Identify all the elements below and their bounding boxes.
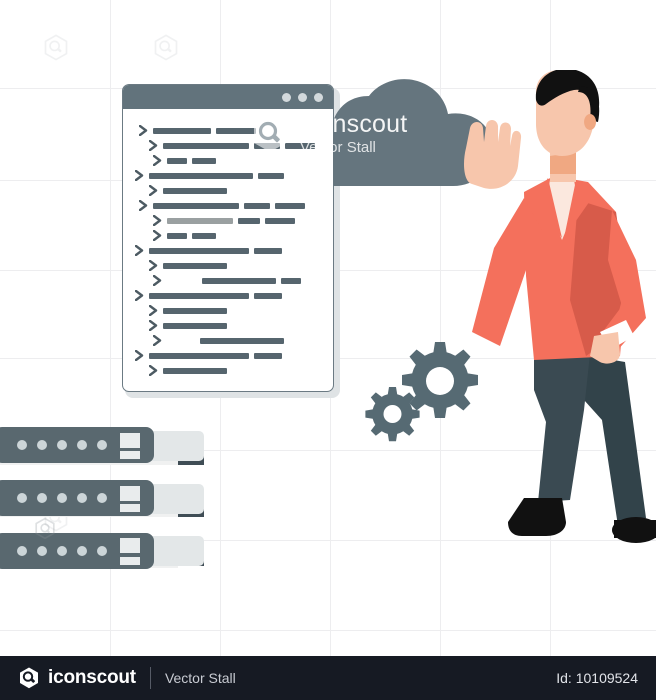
code-segment [149,247,249,254]
code-window-body [122,84,334,392]
code-line [131,168,327,183]
chevron-right-icon [153,275,162,286]
code-line [131,318,327,333]
code-line [131,363,327,378]
chevron-right-icon [135,170,144,181]
footer-id-label: Id: 10109524 [556,670,638,686]
code-segment [265,217,295,224]
code-line [131,153,327,168]
code-line [131,258,327,273]
code-segment [192,157,216,164]
man-figure-icon [464,68,656,543]
code-line [131,303,327,318]
footer-bar: iconscout Vector Stall Id: 10109524 [0,656,656,700]
code-segment [167,217,233,224]
footer-divider [149,667,151,689]
gridline-horizontal-7 [0,630,656,631]
code-editor-window[interactable] [122,84,340,398]
code-line [131,228,327,243]
code-segment [238,217,260,224]
code-line [131,138,327,153]
code-segment [254,247,282,254]
bg-hex-2 [152,34,180,62]
iconscout-logo-icon [18,667,40,689]
hand-raised [464,120,522,189]
gear-small [365,387,420,442]
code-segment [258,172,284,179]
chevron-right-icon [135,245,144,256]
footer-vendor-label: Vector Stall [164,670,236,686]
window-dot-3[interactable] [314,92,323,102]
code-line [131,213,327,228]
code-segment [149,172,253,179]
chevron-right-icon [153,335,162,346]
bg-hex-1 [42,34,70,62]
code-segment [216,127,256,134]
code-segment [244,202,270,209]
code-segment [167,157,187,164]
chevron-right-icon [153,215,162,226]
chevron-right-icon [135,350,144,361]
chevron-right-icon [139,125,148,136]
code-line [131,348,327,363]
footer-brand-label: iconscout [48,667,136,688]
server-rack [0,418,207,578]
code-segment [163,307,227,314]
code-segment [163,322,227,329]
code-line [131,333,327,348]
man-figure [450,68,656,580]
server-rack-icon [0,427,204,569]
code-segment [167,232,187,239]
chevron-right-icon [153,155,162,166]
code-line [131,198,327,213]
chevron-right-icon [139,200,148,211]
code-lines-area [123,109,333,391]
chevron-right-icon [135,290,144,301]
code-line [131,123,327,138]
chevron-right-icon [149,365,158,376]
code-line [131,183,327,198]
code-line [131,288,327,303]
code-segment [153,127,211,134]
footer-logo[interactable]: iconscout [18,667,136,689]
code-segment [149,292,249,299]
code-segment [163,142,249,149]
code-segment [254,352,282,359]
code-segment [254,142,280,149]
chevron-right-icon [149,185,158,196]
code-segment [200,337,284,344]
leg-front [534,350,590,502]
chevron-right-icon [149,260,158,271]
code-line [131,243,327,258]
code-segment [163,187,227,194]
code-segment [202,277,276,284]
chevron-right-icon [149,305,158,316]
chevron-right-icon [149,320,158,331]
code-segment [149,352,249,359]
code-segment [275,202,305,209]
code-line [131,273,327,288]
code-segment [285,142,315,149]
code-segment [163,262,227,269]
code-segment [254,292,282,299]
code-segment [153,202,239,209]
shoe-front [508,498,566,536]
code-window-titlebar[interactable] [123,85,333,109]
illustration-stage: iconscout Vector Stall iconscout Vector … [0,0,656,700]
code-segment [192,232,216,239]
chevron-right-icon [149,140,158,151]
ear [584,114,597,130]
window-dot-1[interactable] [282,92,291,102]
code-segment [281,277,301,284]
code-segment [163,367,227,374]
window-dot-2[interactable] [298,92,307,102]
chevron-right-icon [153,230,162,241]
